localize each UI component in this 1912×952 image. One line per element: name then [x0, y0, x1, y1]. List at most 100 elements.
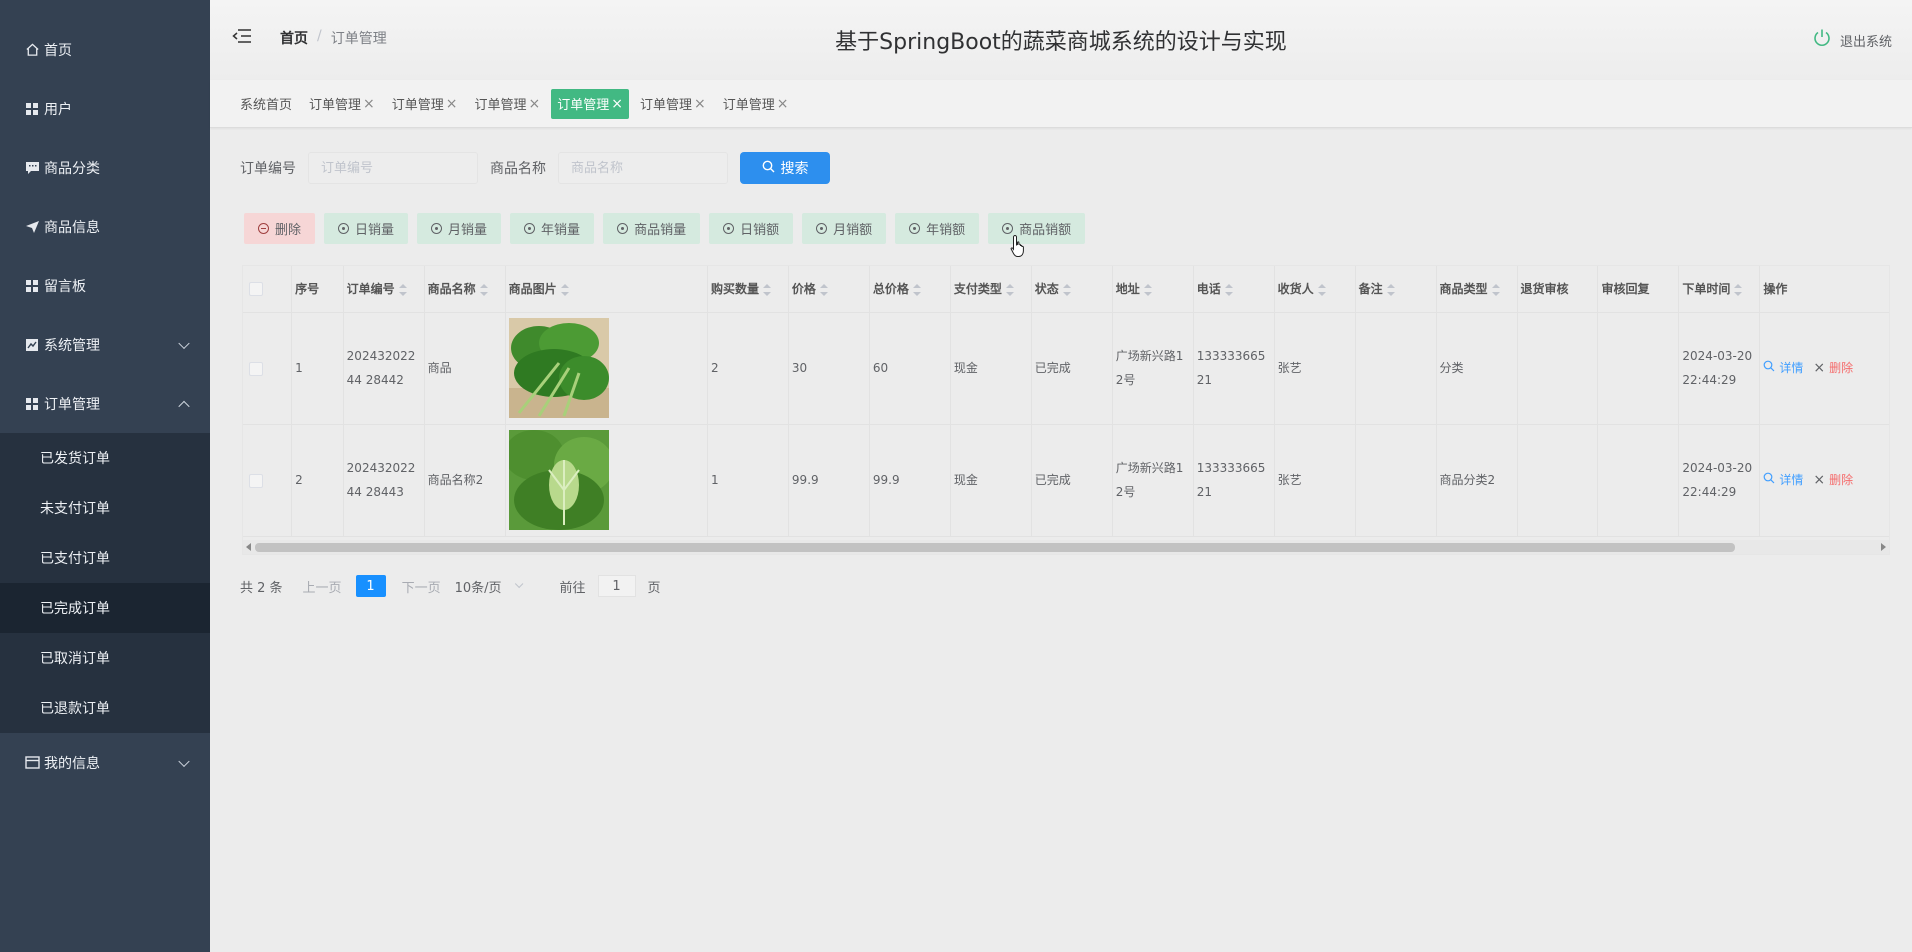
- radio-dot-icon: [1002, 223, 1014, 234]
- sort-icon[interactable]: [1005, 283, 1014, 296]
- row-checkbox[interactable]: [249, 473, 263, 488]
- column-header[interactable]: 下单时间: [1678, 266, 1761, 313]
- column-header[interactable]: 购买数量: [707, 266, 789, 313]
- yearly-sales-amount-button[interactable]: 年销额: [895, 213, 980, 244]
- column-header[interactable]: 价格: [788, 266, 870, 313]
- select-all-checkbox[interactable]: [249, 282, 263, 296]
- column-header[interactable]: 商品名称: [424, 266, 506, 313]
- column-header: 退货审核: [1517, 266, 1599, 313]
- column-header[interactable]: 总价格: [869, 266, 951, 313]
- sort-icon[interactable]: [1491, 283, 1500, 296]
- submenu-item-cancelled[interactable]: 已取消订单: [0, 633, 210, 683]
- column-header[interactable]: 状态: [1031, 266, 1113, 313]
- close-icon[interactable]: ×: [363, 96, 375, 112]
- sort-icon[interactable]: [398, 283, 407, 296]
- scrollbar-thumb[interactable]: [255, 543, 1735, 552]
- sidebar-item-users[interactable]: 用户: [0, 79, 210, 138]
- submenu-item-shipped[interactable]: 已发货订单: [0, 433, 210, 483]
- yearly-sales-volume-button[interactable]: 年销量: [510, 213, 595, 244]
- sort-icon[interactable]: [1062, 283, 1071, 296]
- cell-phone: 13333366521: [1193, 312, 1275, 425]
- sidebar-item-product-category[interactable]: 商品分类: [0, 138, 210, 197]
- page-number-button[interactable]: 1: [355, 575, 386, 597]
- page-size-select[interactable]: 10条/页: [455, 577, 523, 596]
- delete-button[interactable]: × 删除: [1813, 468, 1853, 492]
- row-checkbox[interactable]: [249, 361, 263, 376]
- submenu-item-completed[interactable]: 已完成订单: [0, 583, 210, 633]
- sidebar-item-my-info[interactable]: 我的信息: [0, 733, 210, 792]
- product-name-input[interactable]: [558, 152, 728, 184]
- button-label: 年销量: [541, 223, 581, 238]
- cell-order-time: 2024-03-20 22:44:29: [1678, 312, 1761, 425]
- order-no-input[interactable]: [308, 152, 478, 184]
- tab-order-management[interactable]: 订单管理 ×: [469, 89, 547, 119]
- scroll-right-icon[interactable]: [1881, 543, 1886, 551]
- submenu-item-paid[interactable]: 已支付订单: [0, 533, 210, 583]
- menu-collapse-icon[interactable]: [232, 28, 252, 44]
- sort-icon[interactable]: [819, 283, 828, 296]
- sort-icon[interactable]: [912, 283, 921, 296]
- search-button[interactable]: 搜索: [740, 152, 830, 184]
- sort-icon[interactable]: [1386, 283, 1395, 296]
- close-icon[interactable]: ×: [777, 96, 789, 112]
- column-header[interactable]: 商品类型: [1436, 266, 1518, 313]
- close-icon[interactable]: ×: [529, 96, 541, 112]
- sort-icon[interactable]: [762, 283, 771, 296]
- detail-button[interactable]: 详情: [1763, 356, 1803, 380]
- cell-status: 已完成: [1031, 312, 1113, 425]
- column-header[interactable]: 地址: [1112, 266, 1194, 313]
- send-icon: [24, 219, 40, 235]
- sort-icon[interactable]: [479, 283, 488, 296]
- horizontal-scrollbar[interactable]: [243, 540, 1889, 554]
- tab-order-management[interactable]: 订单管理 ×: [303, 89, 381, 119]
- column-header[interactable]: 商品图片: [505, 266, 708, 313]
- sidebar-item-product-info[interactable]: 商品信息: [0, 197, 210, 256]
- column-header[interactable]: 电话: [1193, 266, 1275, 313]
- tab-system-home[interactable]: 系统首页: [234, 89, 298, 119]
- breadcrumb-home[interactable]: 首页: [280, 28, 308, 48]
- daily-sales-amount-button[interactable]: 日销额: [709, 213, 794, 244]
- tab-order-management[interactable]: 订单管理 ×: [386, 89, 464, 119]
- sort-icon[interactable]: [1734, 283, 1743, 296]
- scroll-left-icon[interactable]: [246, 543, 251, 551]
- close-icon[interactable]: ×: [694, 96, 706, 112]
- detail-button[interactable]: 详情: [1763, 468, 1803, 492]
- sidebar-item-message-board[interactable]: 留言板: [0, 256, 210, 315]
- sidebar-item-home[interactable]: 首页: [0, 20, 210, 79]
- close-icon[interactable]: ×: [446, 96, 458, 112]
- prev-page-button[interactable]: 上一页: [303, 577, 342, 596]
- sort-icon[interactable]: [1317, 283, 1326, 296]
- sort-icon[interactable]: [1224, 283, 1233, 296]
- close-icon[interactable]: ×: [611, 96, 623, 112]
- sidebar-item-label: 用户: [44, 101, 72, 118]
- product-image-bok-choy[interactable]: [508, 430, 609, 530]
- tab-order-management[interactable]: 订单管理 ×: [634, 89, 712, 119]
- column-header[interactable]: 支付类型: [950, 266, 1032, 313]
- delete-button[interactable]: × 删除: [1813, 356, 1853, 380]
- column-header[interactable]: 收货人: [1274, 266, 1356, 313]
- submenu-item-unpaid[interactable]: 未支付订单: [0, 483, 210, 533]
- product-sales-amount-button[interactable]: 商品销额: [988, 213, 1086, 244]
- product-image-leafy-greens[interactable]: [508, 318, 609, 418]
- daily-sales-volume-button[interactable]: 日销量: [324, 213, 409, 244]
- goto-page-input[interactable]: [597, 575, 636, 597]
- sidebar-item-order-management[interactable]: 订单管理: [0, 374, 210, 433]
- logout-button[interactable]: 退出系统: [1812, 28, 1892, 52]
- product-sales-volume-button[interactable]: 商品销量: [603, 213, 701, 244]
- column-header[interactable]: 订单编号: [343, 266, 425, 313]
- monthly-sales-amount-button[interactable]: 月销额: [802, 213, 887, 244]
- cell-audit-reply: [1597, 312, 1680, 425]
- submenu-item-refunded[interactable]: 已退款订单: [0, 683, 210, 733]
- grid-icon: [24, 396, 40, 412]
- sort-icon[interactable]: [1143, 283, 1152, 296]
- tab-order-management[interactable]: 订单管理 ×: [717, 89, 795, 119]
- product-name-label: 商品名称: [490, 161, 546, 177]
- sidebar-item-system-management[interactable]: 系统管理: [0, 315, 210, 374]
- monthly-sales-volume-button[interactable]: 月销量: [417, 213, 502, 244]
- order-no-label: 订单编号: [240, 161, 296, 177]
- batch-delete-button[interactable]: 删除: [244, 213, 316, 244]
- next-page-button[interactable]: 下一页: [402, 577, 441, 596]
- column-header[interactable]: 备注: [1355, 266, 1437, 313]
- sort-icon[interactable]: [560, 283, 569, 296]
- tab-order-management-active[interactable]: 订单管理 ×: [551, 88, 630, 119]
